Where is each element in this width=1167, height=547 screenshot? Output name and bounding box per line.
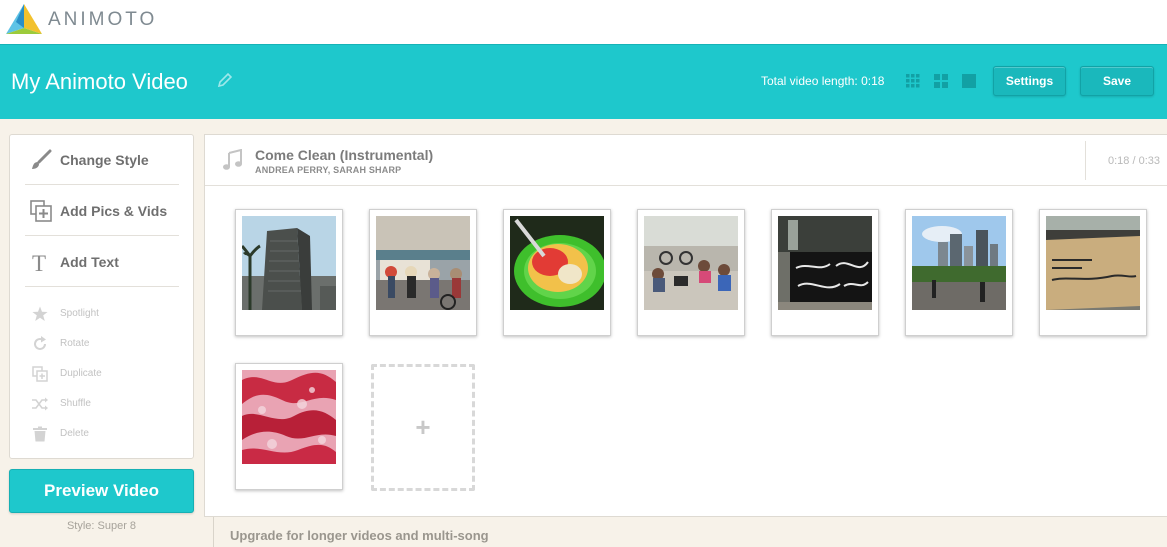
photo-street-vendor <box>376 216 470 310</box>
svg-text:T: T <box>32 251 46 273</box>
preview-video-button[interactable]: Preview Video <box>9 469 194 513</box>
shuffle-label: Shuffle <box>60 398 91 409</box>
duplicate-action[interactable]: Duplicate <box>32 363 172 385</box>
shuffle-icon <box>32 397 48 411</box>
video-title[interactable]: My Animoto Video <box>11 69 188 95</box>
divider <box>1085 141 1086 180</box>
media-thumbnail[interactable] <box>235 363 343 490</box>
media-thumbnail[interactable] <box>235 209 343 336</box>
brand-name[interactable]: ANIMOTO <box>48 9 157 31</box>
change-style-tool[interactable]: Change Style <box>25 135 179 185</box>
photo-chalkboard-sign <box>778 216 872 310</box>
delete-action[interactable]: Delete <box>32 423 172 445</box>
upgrade-label: Upgrade for longer videos and multi-song <box>230 528 489 543</box>
shuffle-action[interactable]: Shuffle <box>32 393 172 415</box>
text-icon: T <box>32 251 46 273</box>
add-pics-vids-label: Add Pics & Vids <box>60 203 168 219</box>
tools-panel: Change Style Add Pics & Vids T Add Text … <box>9 134 194 459</box>
add-pics-vids-tool[interactable]: Add Pics & Vids <box>25 186 179 236</box>
spotlight-action[interactable]: Spotlight <box>32 303 172 325</box>
star-icon <box>32 306 48 321</box>
spotlight-label: Spotlight <box>60 308 99 319</box>
song-time: 0:18 / 0:33 <box>1108 155 1160 167</box>
medium-grid-icon[interactable] <box>934 74 948 88</box>
media-thumbnail[interactable] <box>771 209 879 336</box>
photo-cardboard-sign <box>1046 216 1140 310</box>
large-square-icon[interactable] <box>962 74 976 88</box>
media-thumbnail[interactable] <box>637 209 745 336</box>
plus-icon: + <box>415 412 431 442</box>
song-artist: ANDREA PERRY, SARAH SHARP <box>255 165 402 175</box>
paintbrush-icon <box>32 149 52 169</box>
upgrade-bar[interactable]: Upgrade for longer videos and multi-song <box>213 517 1167 547</box>
change-style-label: Change Style <box>60 152 149 168</box>
add-media-slot[interactable]: + <box>371 364 475 491</box>
media-thumbnail[interactable] <box>503 209 611 336</box>
photo-shaved-ice <box>510 216 604 310</box>
add-text-tool[interactable]: T Add Text <box>25 237 179 287</box>
delete-label: Delete <box>60 428 89 439</box>
photo-city-skyline <box>912 216 1006 310</box>
media-thumbnail[interactable] <box>905 209 1013 336</box>
duplicate-icon <box>32 366 48 382</box>
photo-people-sitting <box>644 216 738 310</box>
total-length-value: 0:18 <box>861 74 885 88</box>
add-text-label: Add Text <box>60 254 119 270</box>
brand-bar: ANIMOTO <box>0 0 1167 44</box>
photo-red-texture <box>242 370 336 464</box>
save-button[interactable]: Save <box>1080 66 1154 96</box>
trash-icon <box>33 426 47 442</box>
small-grid-icon[interactable] <box>906 74 920 88</box>
media-thumbnail[interactable] <box>369 209 477 336</box>
song-bar[interactable]: Come Clean (Instrumental) ANDREA PERRY, … <box>205 135 1167 186</box>
pencil-icon[interactable] <box>217 72 233 88</box>
animoto-logo-icon[interactable] <box>4 2 44 36</box>
duplicate-label: Duplicate <box>60 368 102 379</box>
editor-header: My Animoto Video Total video length: 0:1… <box>0 44 1167 119</box>
photo-building <box>242 216 336 310</box>
rotate-icon <box>34 336 46 350</box>
song-title: Come Clean (Instrumental) <box>255 147 434 163</box>
total-length-label: Total video length: 0:18 <box>761 74 884 88</box>
rotate-label: Rotate <box>60 338 90 349</box>
music-note-icon <box>223 149 242 170</box>
total-length-text: Total video length: <box>761 74 858 88</box>
add-media-icon <box>30 200 52 222</box>
style-label: Style: Super 8 <box>66 520 137 532</box>
media-thumbnail[interactable] <box>1039 209 1147 336</box>
settings-button[interactable]: Settings <box>993 66 1066 96</box>
rotate-action[interactable]: Rotate <box>32 333 172 355</box>
